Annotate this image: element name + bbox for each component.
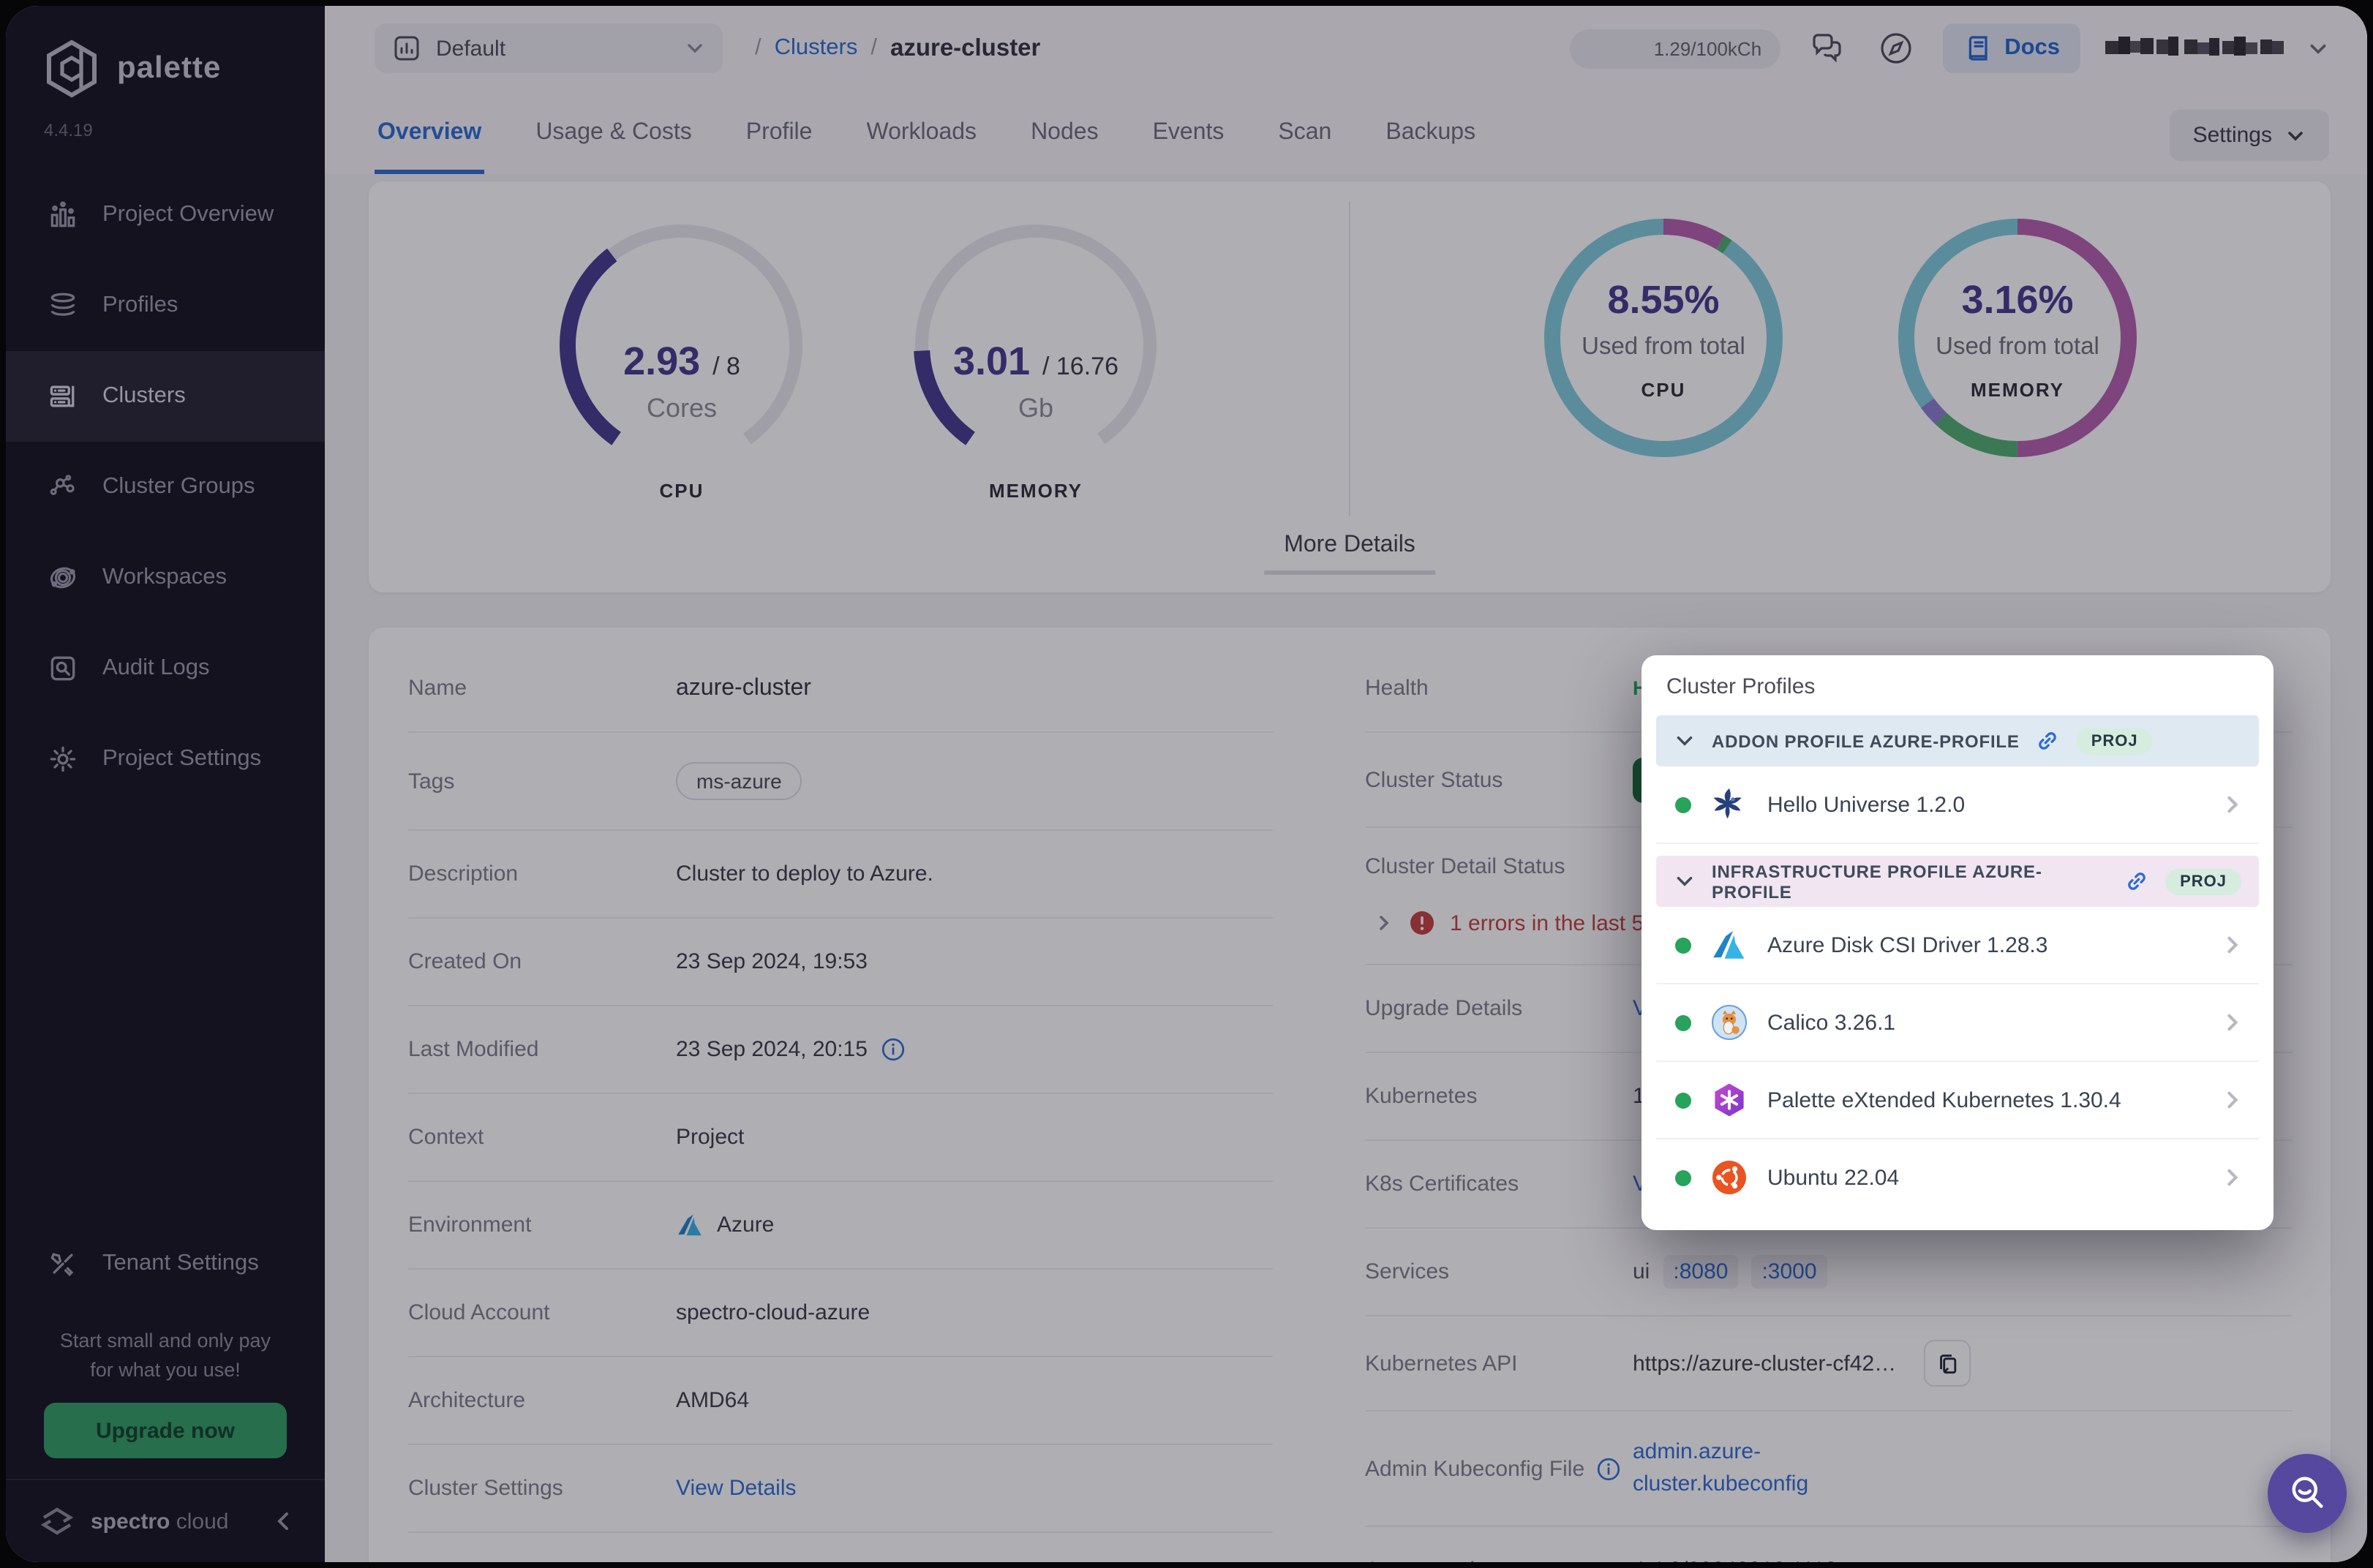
infrastructure-profile-name: INFRASTRUCTURE PROFILE AZURE-PROFILE — [1712, 861, 2108, 902]
palette-app-window: palette 4.4.19 Project Overview Profiles… — [6, 6, 2367, 1562]
profile-layer-azure-disk-csi[interactable]: Azure Disk CSI Driver 1.28.3 — [1656, 907, 2259, 984]
profile-layer-name: Calico 3.26.1 — [1767, 1010, 2202, 1035]
green-status-dot — [1675, 1014, 1691, 1030]
proj-scope-badge: PROJ — [2165, 868, 2241, 894]
proj-scope-badge: PROJ — [2077, 728, 2153, 754]
profile-layer-hello-universe[interactable]: Hello Universe 1.2.0 — [1656, 766, 2259, 844]
link-icon[interactable] — [2036, 728, 2061, 753]
green-status-dot — [1675, 796, 1691, 813]
calico-logo-icon — [1710, 1003, 1748, 1041]
hello-universe-logo-icon — [1710, 785, 1748, 823]
link-icon[interactable] — [2124, 869, 2149, 894]
profile-layer-calico[interactable]: Calico 3.26.1 — [1656, 984, 2259, 1062]
azure-logo-icon — [1710, 926, 1748, 964]
chevron-right-icon — [2221, 1088, 2244, 1112]
profile-layer-palette-extended-kubernetes[interactable]: Palette eXtended Kubernetes 1.30.4 — [1656, 1062, 2259, 1139]
addon-profile-name: ADDON PROFILE AZURE-PROFILE — [1712, 731, 2020, 751]
pxk-logo-icon — [1710, 1081, 1748, 1119]
chevron-down-icon — [1674, 870, 1696, 892]
cluster-profiles-title: Cluster Profiles — [1666, 674, 2259, 699]
profile-layer-ubuntu[interactable]: Ubuntu 22.04 — [1656, 1139, 2259, 1215]
profile-layer-name: Palette eXtended Kubernetes 1.30.4 — [1767, 1088, 2202, 1112]
screen: palette 4.4.19 Project Overview Profiles… — [0, 0, 2373, 1568]
chevron-right-icon — [2221, 793, 2244, 816]
green-status-dot — [1675, 1169, 1691, 1186]
profile-layer-name: Ubuntu 22.04 — [1767, 1165, 2202, 1190]
infrastructure-profile-group-header[interactable]: INFRASTRUCTURE PROFILE AZURE-PROFILE PRO… — [1656, 856, 2259, 907]
chevron-right-icon — [2221, 1166, 2244, 1189]
cluster-profiles-popup: Cluster Profiles ADDON PROFILE AZURE-PRO… — [1641, 655, 2274, 1230]
green-status-dot — [1675, 1092, 1691, 1108]
addon-profile-group-header[interactable]: ADDON PROFILE AZURE-PROFILE PROJ — [1656, 715, 2259, 766]
ubuntu-logo-icon — [1710, 1158, 1748, 1196]
profile-layer-name: Hello Universe 1.2.0 — [1767, 792, 2202, 817]
green-status-dot — [1675, 937, 1691, 953]
chevron-right-icon — [2221, 933, 2244, 957]
chevron-down-icon — [1674, 730, 1696, 752]
help-search-fab[interactable] — [2268, 1454, 2347, 1533]
profile-layer-name: Azure Disk CSI Driver 1.28.3 — [1767, 932, 2202, 957]
chevron-right-icon — [2221, 1011, 2244, 1034]
